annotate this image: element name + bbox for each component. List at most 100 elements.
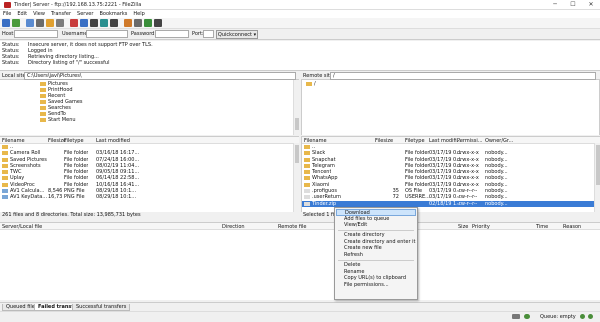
password-label: Password: bbox=[131, 31, 157, 37]
minimize-icon[interactable]: ─ bbox=[546, 0, 564, 10]
menu-edit[interactable]: Edit bbox=[14, 10, 30, 18]
image-file-icon bbox=[2, 195, 8, 200]
menu-help[interactable]: Help bbox=[130, 10, 147, 18]
column-header[interactable]: Remote file bbox=[278, 224, 307, 230]
quickconnect-bar: Host: Username: Password: Port: Quickcon… bbox=[0, 29, 600, 40]
file-icon bbox=[304, 189, 310, 194]
sync-browse-icon[interactable] bbox=[134, 19, 142, 27]
search-icon[interactable] bbox=[144, 19, 152, 27]
folder-icon bbox=[304, 170, 310, 175]
remote-tree: / bbox=[301, 80, 600, 135]
menu-item-refresh[interactable]: Refresh bbox=[336, 252, 416, 259]
toggle-remote-tree-icon[interactable] bbox=[36, 19, 44, 27]
folder-icon bbox=[40, 99, 46, 104]
remote-site-bar: Remote site: / bbox=[301, 72, 600, 80]
column-header[interactable]: Server/Local file bbox=[2, 224, 42, 230]
queue-tabs: Queued files Failed transfers Successful… bbox=[0, 302, 600, 311]
log-status-label: Status: bbox=[2, 60, 20, 66]
window-title: Tinder| Server - ftp://192.168.13.75:222… bbox=[14, 2, 142, 8]
cancel-icon[interactable] bbox=[80, 19, 88, 27]
local-site-bar: Local site: C:\Users\javi\Pictures\ bbox=[0, 72, 299, 80]
maximize-icon[interactable]: ☐ bbox=[564, 0, 582, 10]
lock-icon bbox=[512, 314, 520, 319]
menu-server[interactable]: Server bbox=[74, 10, 96, 18]
transfer-queue: Server/Local file Direction Remote file Siz… bbox=[0, 222, 600, 300]
menu-view[interactable]: View bbox=[30, 10, 48, 18]
chevron-down-icon[interactable]: ▾ bbox=[254, 32, 257, 38]
column-header[interactable]: Direction bbox=[222, 224, 245, 230]
status-dot-icon bbox=[588, 314, 593, 319]
tab-successful-transfers[interactable]: Successful transfers bbox=[72, 304, 131, 311]
toggle-log-icon[interactable] bbox=[12, 19, 20, 27]
folder-icon bbox=[2, 163, 8, 168]
menu-bookmarks[interactable]: Bookmarks bbox=[96, 10, 130, 18]
folder-icon bbox=[304, 182, 310, 187]
close-icon[interactable]: ✕ bbox=[582, 0, 600, 10]
cell: nobody... bbox=[485, 200, 508, 207]
port-label: Port: bbox=[192, 31, 204, 37]
local-tree-scrollbar[interactable] bbox=[293, 80, 299, 135]
log-row: Status: Directory listing of "/" successf… bbox=[2, 60, 598, 66]
menu-item-file-permissions[interactable]: File permissions... bbox=[336, 282, 416, 289]
host-input[interactable] bbox=[14, 30, 58, 38]
menu-item-create-new-file[interactable]: Create new file bbox=[336, 245, 416, 252]
cell: -rw-r--r-- bbox=[457, 200, 478, 207]
menu-item-create-directory[interactable]: Create directory bbox=[336, 232, 416, 239]
local-file-list: Filename Filesize Filetype Last modified ..… bbox=[0, 136, 299, 212]
refresh-icon[interactable] bbox=[56, 19, 64, 27]
compare-icon[interactable] bbox=[124, 19, 132, 27]
cell: Tinder.zip bbox=[312, 200, 337, 207]
port-input[interactable] bbox=[203, 30, 214, 38]
folder-icon bbox=[304, 163, 310, 168]
menu-item-delete[interactable]: Delete bbox=[336, 262, 416, 269]
toggle-queue-icon[interactable] bbox=[46, 19, 54, 27]
username-input[interactable] bbox=[86, 30, 128, 38]
menu-item-rename[interactable]: Rename bbox=[336, 269, 416, 276]
tree-item[interactable]: Start Menu bbox=[40, 117, 298, 123]
quickconnect-button[interactable]: Quickconnect ▾ bbox=[216, 30, 258, 39]
folder-icon bbox=[304, 157, 310, 162]
local-tree: Pictures PrintHood Recent Saved Games Search… bbox=[0, 80, 299, 135]
quickconnect-label: Quickconnect bbox=[217, 32, 252, 38]
table-row[interactable]: AV1 KeyData...16,734PNG File 08/29/18 10:… bbox=[0, 194, 299, 200]
site-manager-icon[interactable] bbox=[2, 19, 10, 27]
folder-icon bbox=[2, 176, 8, 181]
menu-item-add-to-queue[interactable]: Add files to queue bbox=[336, 216, 416, 223]
cell: 16,734 bbox=[48, 194, 62, 201]
password-input[interactable] bbox=[155, 30, 189, 38]
filter-icon[interactable] bbox=[110, 19, 118, 27]
remote-path-input[interactable]: / bbox=[330, 72, 596, 80]
local-list-scrollbar[interactable] bbox=[293, 143, 299, 212]
disconnect-icon[interactable] bbox=[90, 19, 98, 27]
log-message: Directory listing of "/" successful bbox=[28, 60, 110, 66]
toggle-tree-icon[interactable] bbox=[26, 19, 34, 27]
folder-icon bbox=[2, 157, 8, 162]
folder-icon bbox=[40, 117, 46, 122]
column-header[interactable]: Size bbox=[458, 224, 468, 230]
cell: 08/29/18 10:1... bbox=[96, 194, 137, 201]
folder-icon bbox=[304, 151, 310, 156]
reconnect-icon[interactable] bbox=[100, 19, 108, 27]
menu-item-copy-url[interactable]: Copy URL(s) to clipboard bbox=[336, 275, 416, 282]
folder-icon bbox=[40, 93, 46, 98]
tree-item-label: Start Menu bbox=[48, 117, 76, 123]
remote-list-scrollbar[interactable] bbox=[594, 143, 600, 212]
tree-item[interactable]: / bbox=[306, 81, 599, 87]
menu-item-view-edit[interactable]: View/Edit bbox=[336, 222, 416, 229]
folder-icon bbox=[2, 151, 8, 156]
title-bar: Tinder| Server - ftp://192.168.13.75:222… bbox=[0, 0, 600, 10]
menu-item-download[interactable]: Download bbox=[336, 209, 416, 216]
column-header[interactable]: Reason bbox=[563, 224, 581, 230]
image-file-icon bbox=[2, 189, 8, 194]
local-path-input[interactable]: C:\Users\javi\Pictures\ bbox=[24, 72, 296, 80]
process-queue-icon[interactable] bbox=[70, 19, 78, 27]
menu-transfer[interactable]: Transfer bbox=[48, 10, 74, 18]
column-header[interactable]: Time bbox=[536, 224, 548, 230]
column-header[interactable]: Priority bbox=[472, 224, 490, 230]
local-status: 261 files and 8 directories. Total size:… bbox=[0, 212, 299, 219]
folder-icon bbox=[304, 176, 310, 181]
help-icon[interactable] bbox=[154, 19, 162, 27]
menu-item-create-directory-enter[interactable]: Create directory and enter it bbox=[336, 239, 416, 246]
menu-file[interactable]: File bbox=[0, 10, 14, 18]
folder-icon bbox=[2, 170, 8, 175]
